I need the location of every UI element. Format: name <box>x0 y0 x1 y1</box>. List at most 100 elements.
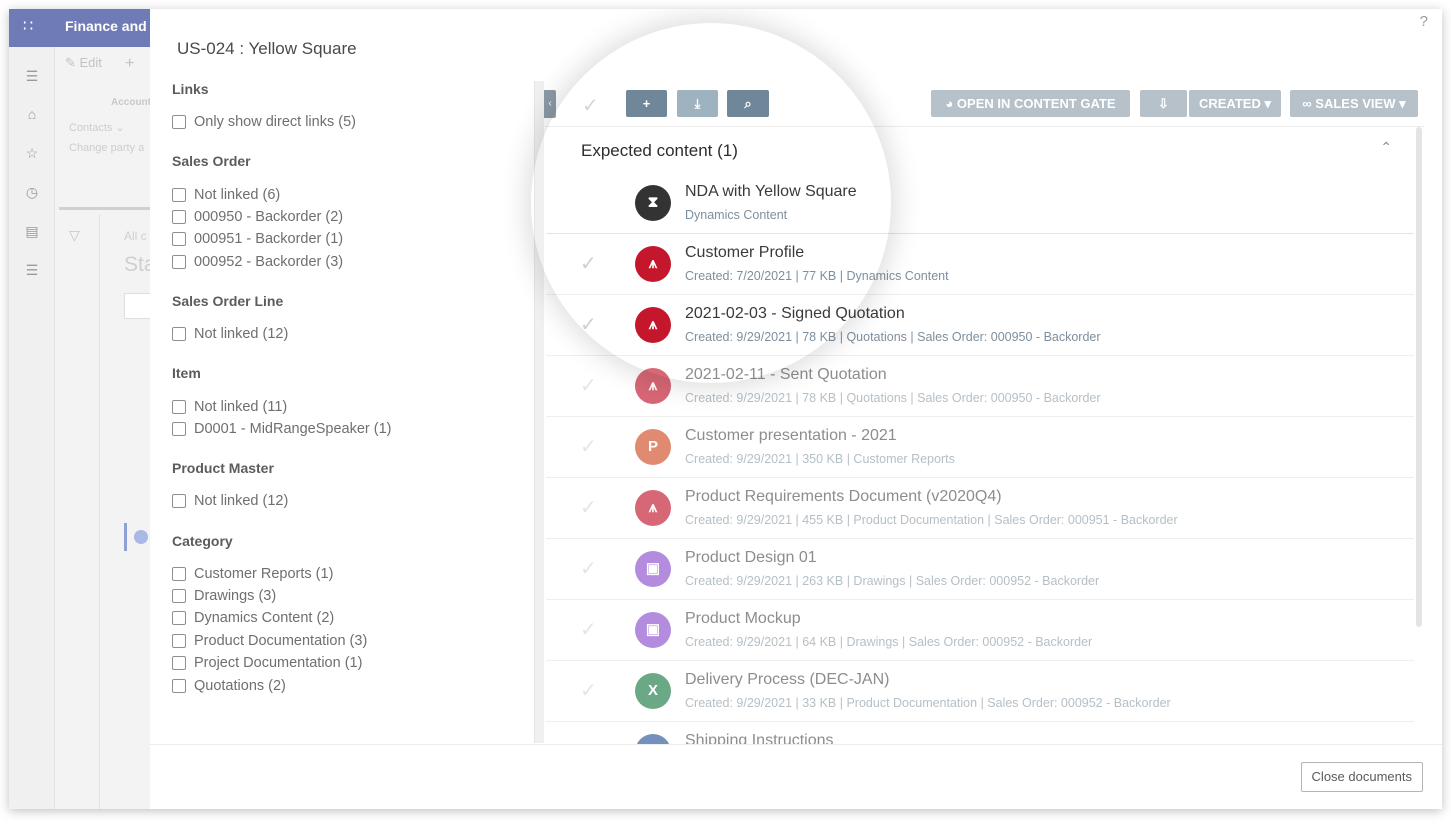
filter-option[interactable]: Project Documentation (1) <box>172 652 534 674</box>
row-select-check-icon[interactable]: ✓ <box>580 556 597 581</box>
filter-option[interactable]: Not linked (11) <box>172 395 534 417</box>
document-name[interactable]: 2021-02-11 - Sent Quotation <box>685 366 887 384</box>
chevron-up-icon[interactable]: ⌃ <box>1380 139 1392 156</box>
workspace-icon[interactable]: ▤ <box>23 222 41 240</box>
document-row[interactable]: ✓ ⩚ Customer Profile Created: 7/20/2021 | 7… <box>546 234 1414 295</box>
open-in-content-gate-button[interactable]: ◕ OPEN IN CONTENT GATE <box>931 90 1130 117</box>
document-row[interactable]: ✓ ▣ Product Design 01 Created: 9/29/2021 | … <box>546 539 1414 600</box>
filter-option[interactable]: Not linked (12) <box>172 490 534 512</box>
row-select-check-icon[interactable]: ✓ <box>580 434 597 459</box>
checkbox[interactable] <box>172 399 186 414</box>
filter-option[interactable]: Product Documentation (3) <box>172 630 534 652</box>
add-document-button[interactable]: + <box>626 90 667 117</box>
filter-option[interactable]: Drawings (3) <box>172 585 534 607</box>
document-name[interactable]: Shipping Instructions <box>685 732 834 744</box>
download-button[interactable]: ⤓ <box>677 90 718 117</box>
select-all-check-icon[interactable]: ✓ <box>582 93 599 118</box>
checkbox[interactable] <box>172 656 186 671</box>
row-select-check-icon[interactable]: ✓ <box>580 251 597 276</box>
pdf-icon: ⩚ <box>635 307 671 343</box>
word-icon: W <box>635 734 671 744</box>
row-select-check-icon[interactable]: ✓ <box>580 312 597 337</box>
pdf-icon: ⩚ <box>635 246 671 282</box>
document-row[interactable]: ⧗ NDA with Yellow Square Dynamics Content <box>546 173 1414 234</box>
list-icon[interactable]: ☰ <box>23 261 41 279</box>
document-row[interactable]: ✓ X Delivery Process (DEC-JAN) Created: 9/2… <box>546 661 1414 722</box>
document-row[interactable]: ✓ ⩚ 2021-02-11 - Sent Quotation Created: 9/… <box>546 356 1414 417</box>
checkbox[interactable] <box>172 327 186 342</box>
document-row[interactable]: ✓ P Customer presentation - 2021 Created: 9… <box>546 417 1414 478</box>
checkbox[interactable] <box>172 678 186 693</box>
view-dropdown[interactable]: ∞ SALES VIEW ▾ <box>1290 90 1418 117</box>
powerpoint-icon: P <box>635 429 671 465</box>
filter-option[interactable]: 000952 - Backorder (3) <box>172 251 534 273</box>
contacts-menu[interactable]: Contacts ⌄ <box>69 121 125 134</box>
nav-rail: ☰ ⌂ ☆ ◷ ▤ ☰ <box>9 47 55 809</box>
scrollbar[interactable] <box>1416 127 1422 627</box>
row-select-check-icon[interactable]: ✓ <box>580 617 597 642</box>
checkbox[interactable] <box>172 232 186 247</box>
checkbox[interactable] <box>172 187 186 202</box>
filter-group-title: Item <box>172 365 201 382</box>
document-row[interactable]: ✓ ⩚ Product Requirements Document (v2020Q4… <box>546 478 1414 539</box>
app-launcher-icon[interactable]: ∷ <box>23 18 41 36</box>
document-name[interactable]: Customer presentation - 2021 <box>685 427 897 445</box>
home-icon[interactable]: ⌂ <box>23 105 41 123</box>
checkbox[interactable] <box>172 209 186 224</box>
change-party-link[interactable]: Change party a <box>69 142 144 154</box>
documents-dialog: US-024 : Yellow Square ? Links Only show… <box>150 9 1442 809</box>
filter-group-product-master: Product Master Not linked (12) <box>172 460 534 512</box>
sort-direction-button[interactable]: ⇩ <box>1140 90 1187 117</box>
filter-option-label: Project Documentation (1) <box>194 655 363 672</box>
document-name[interactable]: Product Design 01 <box>685 549 817 567</box>
checkbox[interactable] <box>172 611 186 626</box>
edit-action[interactable]: ✎ Edit <box>65 55 102 71</box>
filter-option[interactable]: D0001 - MidRangeSpeaker (1) <box>172 418 534 440</box>
filter-group-title: Category <box>172 532 233 549</box>
star-icon[interactable]: ☆ <box>23 144 41 162</box>
help-icon[interactable]: ? <box>1420 13 1428 30</box>
search-button[interactable]: ⌕ <box>727 90 769 117</box>
filter-option[interactable]: Only show direct links (5) <box>172 111 534 133</box>
sort-field-dropdown[interactable]: CREATED ▾ <box>1189 90 1281 117</box>
panel-splitter[interactable] <box>534 81 544 743</box>
filter-option[interactable]: 000951 - Backorder (1) <box>172 228 534 250</box>
document-row[interactable]: ✓ ▣ Product Mockup Created: 9/29/2021 | 64 … <box>546 600 1414 661</box>
row-select-check-icon[interactable]: ✓ <box>580 495 597 520</box>
document-name[interactable]: Product Mockup <box>685 610 801 628</box>
document-name[interactable]: Customer Profile <box>685 244 804 262</box>
checkbox[interactable] <box>172 633 186 648</box>
checkbox[interactable] <box>172 254 186 269</box>
screenshot-frame: ∷ Finance and ☰ ⌂ ☆ ◷ ▤ ☰ ✎ Edit + Accou… <box>9 9 1442 809</box>
hamburger-icon[interactable]: ☰ <box>23 67 41 85</box>
checkbox[interactable] <box>172 115 186 130</box>
checkbox[interactable] <box>172 589 186 604</box>
account-tab[interactable]: Account <box>111 97 151 108</box>
filter-option-label: Dynamics Content (2) <box>194 610 335 627</box>
document-name[interactable]: NDA with Yellow Square <box>685 183 857 201</box>
filter-option-label: Drawings (3) <box>194 588 277 605</box>
section-header[interactable]: Expected content (1) ⌃ <box>546 127 1414 173</box>
filter-option[interactable]: Not linked (6) <box>172 183 534 205</box>
checkbox[interactable] <box>172 566 186 581</box>
new-action-icon[interactable]: + <box>125 55 134 73</box>
close-documents-button[interactable]: Close documents <box>1300 762 1423 792</box>
row-select-check-icon[interactable]: ✓ <box>580 373 597 398</box>
checkbox[interactable] <box>172 494 186 509</box>
filter-option[interactable]: Dynamics Content (2) <box>172 607 534 629</box>
recent-icon[interactable]: ◷ <box>23 183 41 201</box>
document-name[interactable]: 2021-02-03 - Signed Quotation <box>685 305 905 323</box>
document-row[interactable]: ✓ ⩚ 2021-02-03 - Signed Quotation Created: … <box>546 295 1414 356</box>
document-name[interactable]: Product Requirements Document (v2020Q4) <box>685 488 1002 506</box>
filter-option[interactable]: Customer Reports (1) <box>172 563 534 585</box>
document-row[interactable]: ✓WShipping Instructions <box>546 722 1414 744</box>
document-meta: Created: 9/29/2021 | 78 KB | Quotations … <box>685 330 1101 344</box>
document-name[interactable]: Delivery Process (DEC-JAN) <box>685 671 889 689</box>
checkbox[interactable] <box>172 421 186 436</box>
pdf-icon: ⩚ <box>635 368 671 404</box>
filter-option[interactable]: 000950 - Backorder (2) <box>172 206 534 228</box>
filter-option[interactable]: Not linked (12) <box>172 323 534 345</box>
filter-option[interactable]: Quotations (2) <box>172 674 534 696</box>
row-select-check-icon[interactable]: ✓ <box>580 678 597 703</box>
filter-icon[interactable]: ▽ <box>69 227 80 244</box>
